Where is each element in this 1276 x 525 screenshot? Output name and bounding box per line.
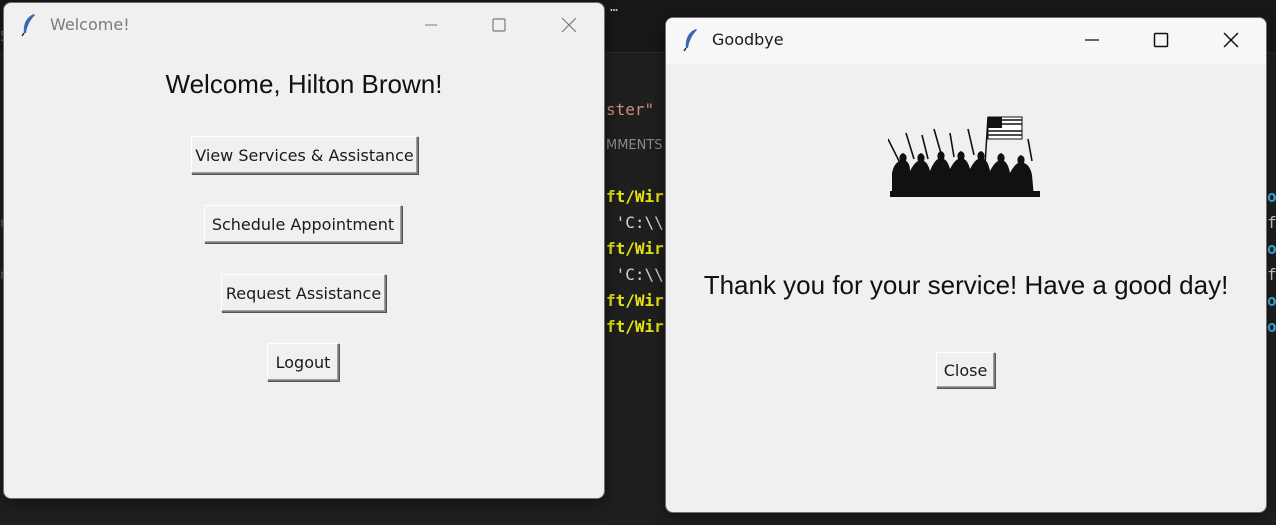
- code-fragment: o: [1267, 187, 1276, 206]
- code-fragment: o: [1267, 317, 1276, 336]
- minimize-icon: [425, 24, 437, 26]
- code-fragment: o: [1267, 291, 1276, 310]
- logout-button[interactable]: Logout: [267, 343, 339, 381]
- feather-icon: [21, 14, 35, 37]
- code-line: ster": [606, 100, 655, 119]
- minimize-icon: [1085, 39, 1099, 41]
- request-assistance-button[interactable]: Request Assistance: [221, 274, 386, 312]
- panel-tab-label: MMENTS: [606, 138, 663, 153]
- goodbye-message: Thank you for your service! Have a good …: [703, 270, 1229, 300]
- welcome-window: Welcome! Welcome, Hilton Brown! View Ser…: [3, 2, 605, 499]
- code-line: ft/Wir: [606, 187, 664, 206]
- minimize-button[interactable]: [398, 3, 464, 47]
- code-line: ft/Wir: [606, 239, 664, 258]
- soldiers-flag-image: [888, 116, 1040, 197]
- feather-icon: [683, 29, 697, 52]
- maximize-icon: [1153, 32, 1169, 48]
- code-line: 'C:\\: [606, 213, 664, 232]
- close-window-button[interactable]: [536, 3, 602, 47]
- code-line: ft/Wir: [606, 317, 664, 336]
- welcome-heading: Welcome, Hilton Brown!: [165, 69, 443, 99]
- editor-breadcrumb: …: [610, 0, 618, 15]
- schedule-appointment-button[interactable]: Schedule Appointment: [204, 205, 402, 243]
- code-line: 'C:\\: [606, 265, 664, 284]
- window-title: Goodbye: [712, 30, 784, 49]
- welcome-titlebar[interactable]: Welcome!: [4, 3, 604, 47]
- minimize-button[interactable]: [1059, 18, 1125, 62]
- window-title: Welcome!: [50, 15, 130, 34]
- code-line: ft/Wir: [606, 291, 664, 310]
- goodbye-window: Goodbye Thank you for your service! Have…: [665, 17, 1267, 513]
- code-fragment: f: [1267, 265, 1276, 284]
- view-services-button[interactable]: View Services & Assistance: [191, 136, 418, 174]
- code-fragment: f: [1267, 213, 1276, 232]
- close-button[interactable]: Close: [936, 352, 995, 388]
- close-icon: [561, 17, 577, 33]
- maximize-button[interactable]: [1128, 18, 1194, 62]
- goodbye-titlebar[interactable]: Goodbye: [666, 18, 1266, 64]
- close-icon: [1223, 32, 1239, 48]
- close-window-button[interactable]: [1198, 18, 1264, 62]
- code-fragment: o: [1267, 239, 1276, 258]
- maximize-button[interactable]: [466, 3, 532, 47]
- maximize-icon: [492, 18, 506, 32]
